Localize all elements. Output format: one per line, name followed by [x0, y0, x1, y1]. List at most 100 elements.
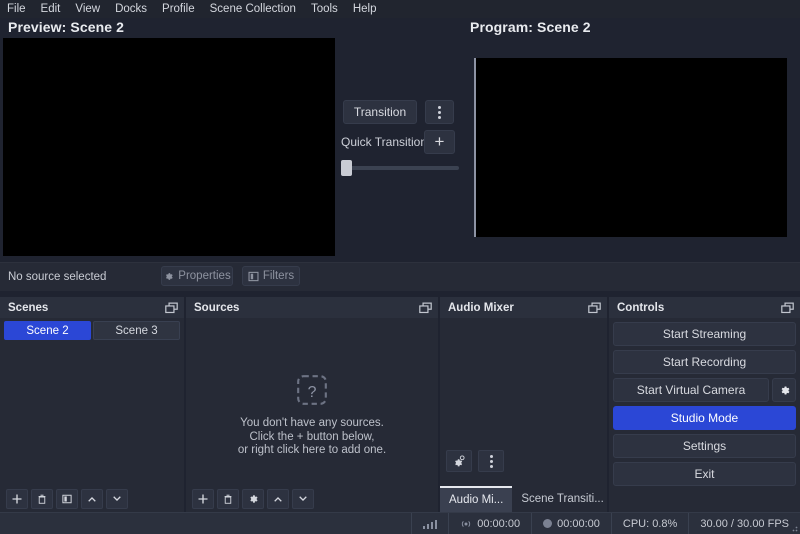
tab-scene-transitions[interactable]: Scene Transiti...: [512, 486, 612, 512]
menu-item-scene-collection[interactable]: Scene Collection: [210, 2, 304, 16]
audio-mixer-dock-title: Audio Mixer: [448, 301, 514, 314]
float-window-icon[interactable]: [419, 302, 432, 314]
transition-tbar-slider[interactable]: [341, 160, 459, 176]
sources-dock-body[interactable]: ? You don't have any sources. Click the …: [186, 318, 438, 512]
status-signal-cell: [410, 512, 449, 534]
no-source-selected-label: No source selected: [8, 271, 107, 283]
sources-empty-state: ? You don't have any sources. Click the …: [186, 373, 438, 458]
resize-grip-icon[interactable]: [788, 522, 798, 532]
filters-icon: [62, 494, 72, 504]
controls-button-stack: Start Streaming Start Recording Start Vi…: [613, 322, 796, 486]
trash-icon: [224, 494, 232, 504]
audio-mixer-menu-button[interactable]: [478, 450, 504, 472]
status-record-cell: 00:00:00: [531, 512, 611, 534]
sources-empty-line-1: You don't have any sources.: [240, 417, 384, 429]
dock-tab-bar: Audio Mi... Scene Transiti...: [440, 484, 607, 512]
chevron-up-icon: [88, 497, 96, 502]
audio-mixer-tools: [446, 450, 504, 472]
svg-text:?: ?: [308, 384, 317, 401]
controls-dock-body: Start Streaming Start Recording Start Vi…: [609, 318, 800, 512]
sources-dock: Sources ? You don't have any sources. Cl…: [186, 297, 438, 512]
quick-transitions-label: Quick Transitions: [341, 135, 434, 149]
scene-filters-button[interactable]: [56, 489, 78, 509]
audio-mixer-dock-body[interactable]: Audio Mi... Scene Transiti...: [440, 318, 607, 512]
gear-icon: [781, 385, 789, 395]
preview-title: Preview: Scene 2: [8, 19, 124, 35]
controls-dock-title: Controls: [617, 301, 665, 314]
sources-dock-title: Sources: [194, 301, 240, 314]
start-virtual-camera-button[interactable]: Start Virtual Camera: [613, 378, 769, 402]
move-source-up-button[interactable]: [267, 489, 289, 509]
transition-button[interactable]: Transition: [343, 100, 417, 124]
menu-item-profile[interactable]: Profile: [162, 2, 203, 16]
tbar-handle[interactable]: [341, 160, 352, 176]
source-properties-button[interactable]: [242, 489, 264, 509]
scenes-dock: Scenes Scene 2 Scene 3: [0, 297, 184, 512]
vertical-dots-icon: [438, 105, 441, 119]
signal-bars-icon: [422, 519, 438, 529]
chevron-up-icon: [274, 497, 282, 502]
remove-scene-button[interactable]: [31, 489, 53, 509]
preview-canvas[interactable]: [3, 38, 335, 256]
stream-timer: 00:00:00: [477, 517, 521, 530]
add-quick-transition-button[interactable]: +: [424, 130, 455, 154]
obs-studio-window: File Edit View Docks Profile Scene Colle…: [0, 0, 800, 534]
scene-list: Scene 2 Scene 3: [4, 321, 180, 340]
program-canvas[interactable]: [474, 58, 787, 237]
scene-item-scene-3[interactable]: Scene 3: [93, 321, 180, 340]
exit-button[interactable]: Exit: [613, 462, 796, 486]
float-window-icon[interactable]: [781, 302, 794, 314]
menu-item-docks[interactable]: Docks: [115, 2, 155, 16]
scene-item-scene-2[interactable]: Scene 2: [4, 321, 91, 340]
menu-item-edit[interactable]: Edit: [41, 2, 69, 16]
sources-dock-header: Sources: [186, 297, 438, 318]
menu-item-view[interactable]: View: [75, 2, 108, 16]
properties-button-label: Properties: [178, 270, 231, 282]
properties-button[interactable]: Properties: [161, 266, 233, 286]
sources-empty-line-2: Click the + button below,: [249, 430, 375, 443]
start-streaming-button[interactable]: Start Streaming: [613, 322, 796, 346]
status-cpu-cell: CPU: 0.8%: [610, 512, 688, 534]
scenes-dock-body[interactable]: Scene 2 Scene 3: [0, 318, 184, 512]
add-scene-button[interactable]: [6, 489, 28, 509]
tab-audio-mixer[interactable]: Audio Mi...: [440, 486, 513, 512]
question-placeholder-icon: ?: [297, 375, 327, 405]
audio-mixer-dock: Audio Mixer Audio Mi... Scene Transiti..…: [440, 297, 607, 512]
add-source-button[interactable]: [192, 489, 214, 509]
start-recording-button[interactable]: Start Recording: [613, 350, 796, 374]
menu-item-help[interactable]: Help: [353, 2, 385, 16]
move-scene-up-button[interactable]: [81, 489, 103, 509]
studio-mode-button[interactable]: Studio Mode: [613, 406, 796, 430]
sources-toolbar: [186, 486, 314, 512]
virtual-camera-row: Start Virtual Camera: [613, 378, 796, 402]
transition-menu-button[interactable]: [425, 100, 454, 124]
plus-icon: [12, 494, 22, 504]
virtual-camera-settings-button[interactable]: [772, 378, 796, 402]
menu-item-tools[interactable]: Tools: [311, 2, 346, 16]
filters-button[interactable]: Filters: [242, 266, 300, 286]
scenes-toolbar: [0, 486, 128, 512]
remove-source-button[interactable]: [217, 489, 239, 509]
controls-dock-header: Controls: [609, 297, 800, 318]
record-dot-icon: [543, 519, 553, 528]
chevron-down-icon: [113, 496, 121, 501]
float-window-icon[interactable]: [588, 302, 601, 314]
menu-item-file[interactable]: File: [7, 2, 34, 16]
audio-gears-icon: [455, 455, 465, 467]
move-source-down-button[interactable]: [292, 489, 314, 509]
trash-icon: [38, 494, 46, 504]
move-scene-down-button[interactable]: [106, 489, 128, 509]
scenes-dock-header: Scenes: [0, 297, 184, 318]
controls-dock: Controls Start Streaming Start Recording…: [609, 297, 800, 512]
program-title: Program: Scene 2: [470, 19, 591, 35]
settings-button[interactable]: Settings: [613, 434, 796, 458]
filters-icon: [248, 271, 259, 281]
menu-bar: File Edit View Docks Profile Scene Colle…: [0, 0, 800, 18]
audio-advanced-properties-button[interactable]: [446, 450, 472, 472]
gear-icon: [166, 272, 173, 280]
chevron-down-icon: [299, 496, 307, 501]
float-window-icon[interactable]: [165, 302, 178, 314]
broadcast-icon: [462, 520, 471, 527]
audio-mixer-dock-header: Audio Mixer: [440, 297, 607, 318]
tbar-track: [346, 166, 459, 170]
